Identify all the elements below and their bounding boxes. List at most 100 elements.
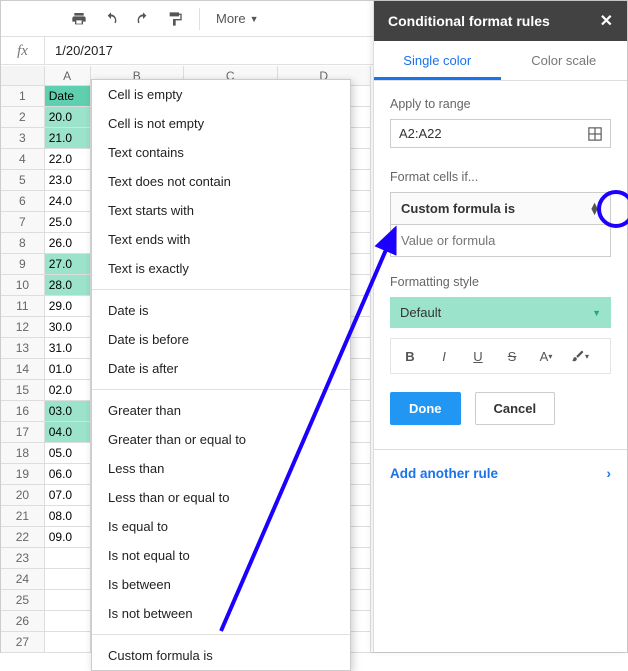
cell[interactable]: 28.0	[45, 275, 91, 296]
select-all-corner[interactable]	[1, 66, 45, 85]
dropdown-item[interactable]: Text is exactly	[92, 254, 350, 283]
row-header[interactable]: 27	[1, 632, 45, 653]
row-header[interactable]: 16	[1, 401, 45, 422]
caret-down-icon: ▼	[592, 308, 601, 318]
dropdown-item[interactable]: Text contains	[92, 138, 350, 167]
bold-button[interactable]: B	[395, 343, 425, 369]
row-header[interactable]: 12	[1, 317, 45, 338]
row-header[interactable]: 6	[1, 191, 45, 212]
cell[interactable]: 21.0	[45, 128, 91, 149]
formula-value-input[interactable]	[390, 225, 611, 257]
cell[interactable]	[45, 569, 91, 590]
more-button[interactable]: More ▼	[210, 5, 265, 33]
row-header[interactable]: 11	[1, 296, 45, 317]
condition-select[interactable]: Custom formula is ▲▼	[390, 192, 611, 225]
cell[interactable]: 29.0	[45, 296, 91, 317]
cell[interactable]: 09.0	[45, 527, 91, 548]
dropdown-item[interactable]: Is not between	[92, 599, 350, 628]
undo-icon[interactable]	[97, 5, 125, 33]
cell[interactable]: 03.0	[45, 401, 91, 422]
print-icon[interactable]	[65, 5, 93, 33]
dropdown-item[interactable]: Date is before	[92, 325, 350, 354]
dropdown-item[interactable]: Less than	[92, 454, 350, 483]
italic-button[interactable]: I	[429, 343, 459, 369]
cell[interactable]: 27.0	[45, 254, 91, 275]
text-color-button[interactable]: A▾	[531, 343, 561, 369]
row-header[interactable]: 18	[1, 443, 45, 464]
row-header[interactable]: 17	[1, 422, 45, 443]
row-header[interactable]: 1	[1, 86, 45, 107]
tab-color-scale[interactable]: Color scale	[501, 41, 628, 80]
underline-button[interactable]: U	[463, 343, 493, 369]
cell[interactable]: Date	[45, 86, 91, 107]
dropdown-item[interactable]: Text does not contain	[92, 167, 350, 196]
redo-icon[interactable]	[129, 5, 157, 33]
row-header[interactable]: 14	[1, 359, 45, 380]
dropdown-item[interactable]: Greater than or equal to	[92, 425, 350, 454]
cell[interactable]: 05.0	[45, 443, 91, 464]
condition-value: Custom formula is	[401, 201, 515, 216]
dropdown-item[interactable]: Date is	[92, 296, 350, 325]
cell[interactable]: 20.0	[45, 107, 91, 128]
row-header[interactable]: 24	[1, 569, 45, 590]
row-header[interactable]: 26	[1, 611, 45, 632]
cell[interactable]: 06.0	[45, 464, 91, 485]
condition-dropdown-menu: Cell is emptyCell is not emptyText conta…	[91, 79, 351, 671]
close-icon[interactable]: ✕	[600, 11, 613, 31]
paint-format-icon[interactable]	[161, 5, 189, 33]
dropdown-item[interactable]: Date is after	[92, 354, 350, 383]
dropdown-item[interactable]: Text starts with	[92, 196, 350, 225]
row-header[interactable]: 22	[1, 527, 45, 548]
row-header[interactable]: 4	[1, 149, 45, 170]
cell[interactable]: 07.0	[45, 485, 91, 506]
cell[interactable]	[45, 611, 91, 632]
dropdown-item[interactable]: Is not equal to	[92, 541, 350, 570]
done-button[interactable]: Done	[390, 392, 461, 425]
cell[interactable]	[45, 590, 91, 611]
cell[interactable]: 26.0	[45, 233, 91, 254]
strikethrough-button[interactable]: S	[497, 343, 527, 369]
column-header[interactable]: A	[45, 66, 91, 85]
cell[interactable]: 31.0	[45, 338, 91, 359]
cell[interactable]: 01.0	[45, 359, 91, 380]
cell[interactable]: 04.0	[45, 422, 91, 443]
dropdown-item[interactable]: Greater than	[92, 396, 350, 425]
cell[interactable]: 22.0	[45, 149, 91, 170]
cell[interactable]: 08.0	[45, 506, 91, 527]
dropdown-item[interactable]: Cell is empty	[92, 80, 350, 109]
row-header[interactable]: 19	[1, 464, 45, 485]
dropdown-item[interactable]: Custom formula is	[92, 641, 350, 670]
cell[interactable]: 25.0	[45, 212, 91, 233]
row-header[interactable]: 25	[1, 590, 45, 611]
cell[interactable]	[45, 632, 91, 653]
row-header[interactable]: 10	[1, 275, 45, 296]
cell[interactable]: 02.0	[45, 380, 91, 401]
row-header[interactable]: 21	[1, 506, 45, 527]
row-header[interactable]: 2	[1, 107, 45, 128]
row-header[interactable]: 7	[1, 212, 45, 233]
cell[interactable]	[45, 548, 91, 569]
tab-single-color[interactable]: Single color	[374, 41, 501, 80]
row-header[interactable]: 23	[1, 548, 45, 569]
style-select[interactable]: Default ▼	[390, 297, 611, 328]
conditional-format-panel: Conditional format rules ✕ Single color …	[373, 1, 627, 652]
dropdown-item[interactable]: Cell is not empty	[92, 109, 350, 138]
row-header[interactable]: 8	[1, 233, 45, 254]
dropdown-item[interactable]: Less than or equal to	[92, 483, 350, 512]
range-input[interactable]: A2:A22	[390, 119, 611, 148]
dropdown-item[interactable]: Is between	[92, 570, 350, 599]
row-header[interactable]: 20	[1, 485, 45, 506]
add-another-rule[interactable]: Add another rule ›	[374, 449, 627, 497]
dropdown-item[interactable]: Text ends with	[92, 225, 350, 254]
cancel-button[interactable]: Cancel	[475, 392, 556, 425]
row-header[interactable]: 3	[1, 128, 45, 149]
row-header[interactable]: 5	[1, 170, 45, 191]
fill-color-button[interactable]: ▾	[565, 343, 595, 369]
cell[interactable]: 30.0	[45, 317, 91, 338]
cell[interactable]: 23.0	[45, 170, 91, 191]
cell[interactable]: 24.0	[45, 191, 91, 212]
row-header[interactable]: 15	[1, 380, 45, 401]
row-header[interactable]: 9	[1, 254, 45, 275]
row-header[interactable]: 13	[1, 338, 45, 359]
dropdown-item[interactable]: Is equal to	[92, 512, 350, 541]
